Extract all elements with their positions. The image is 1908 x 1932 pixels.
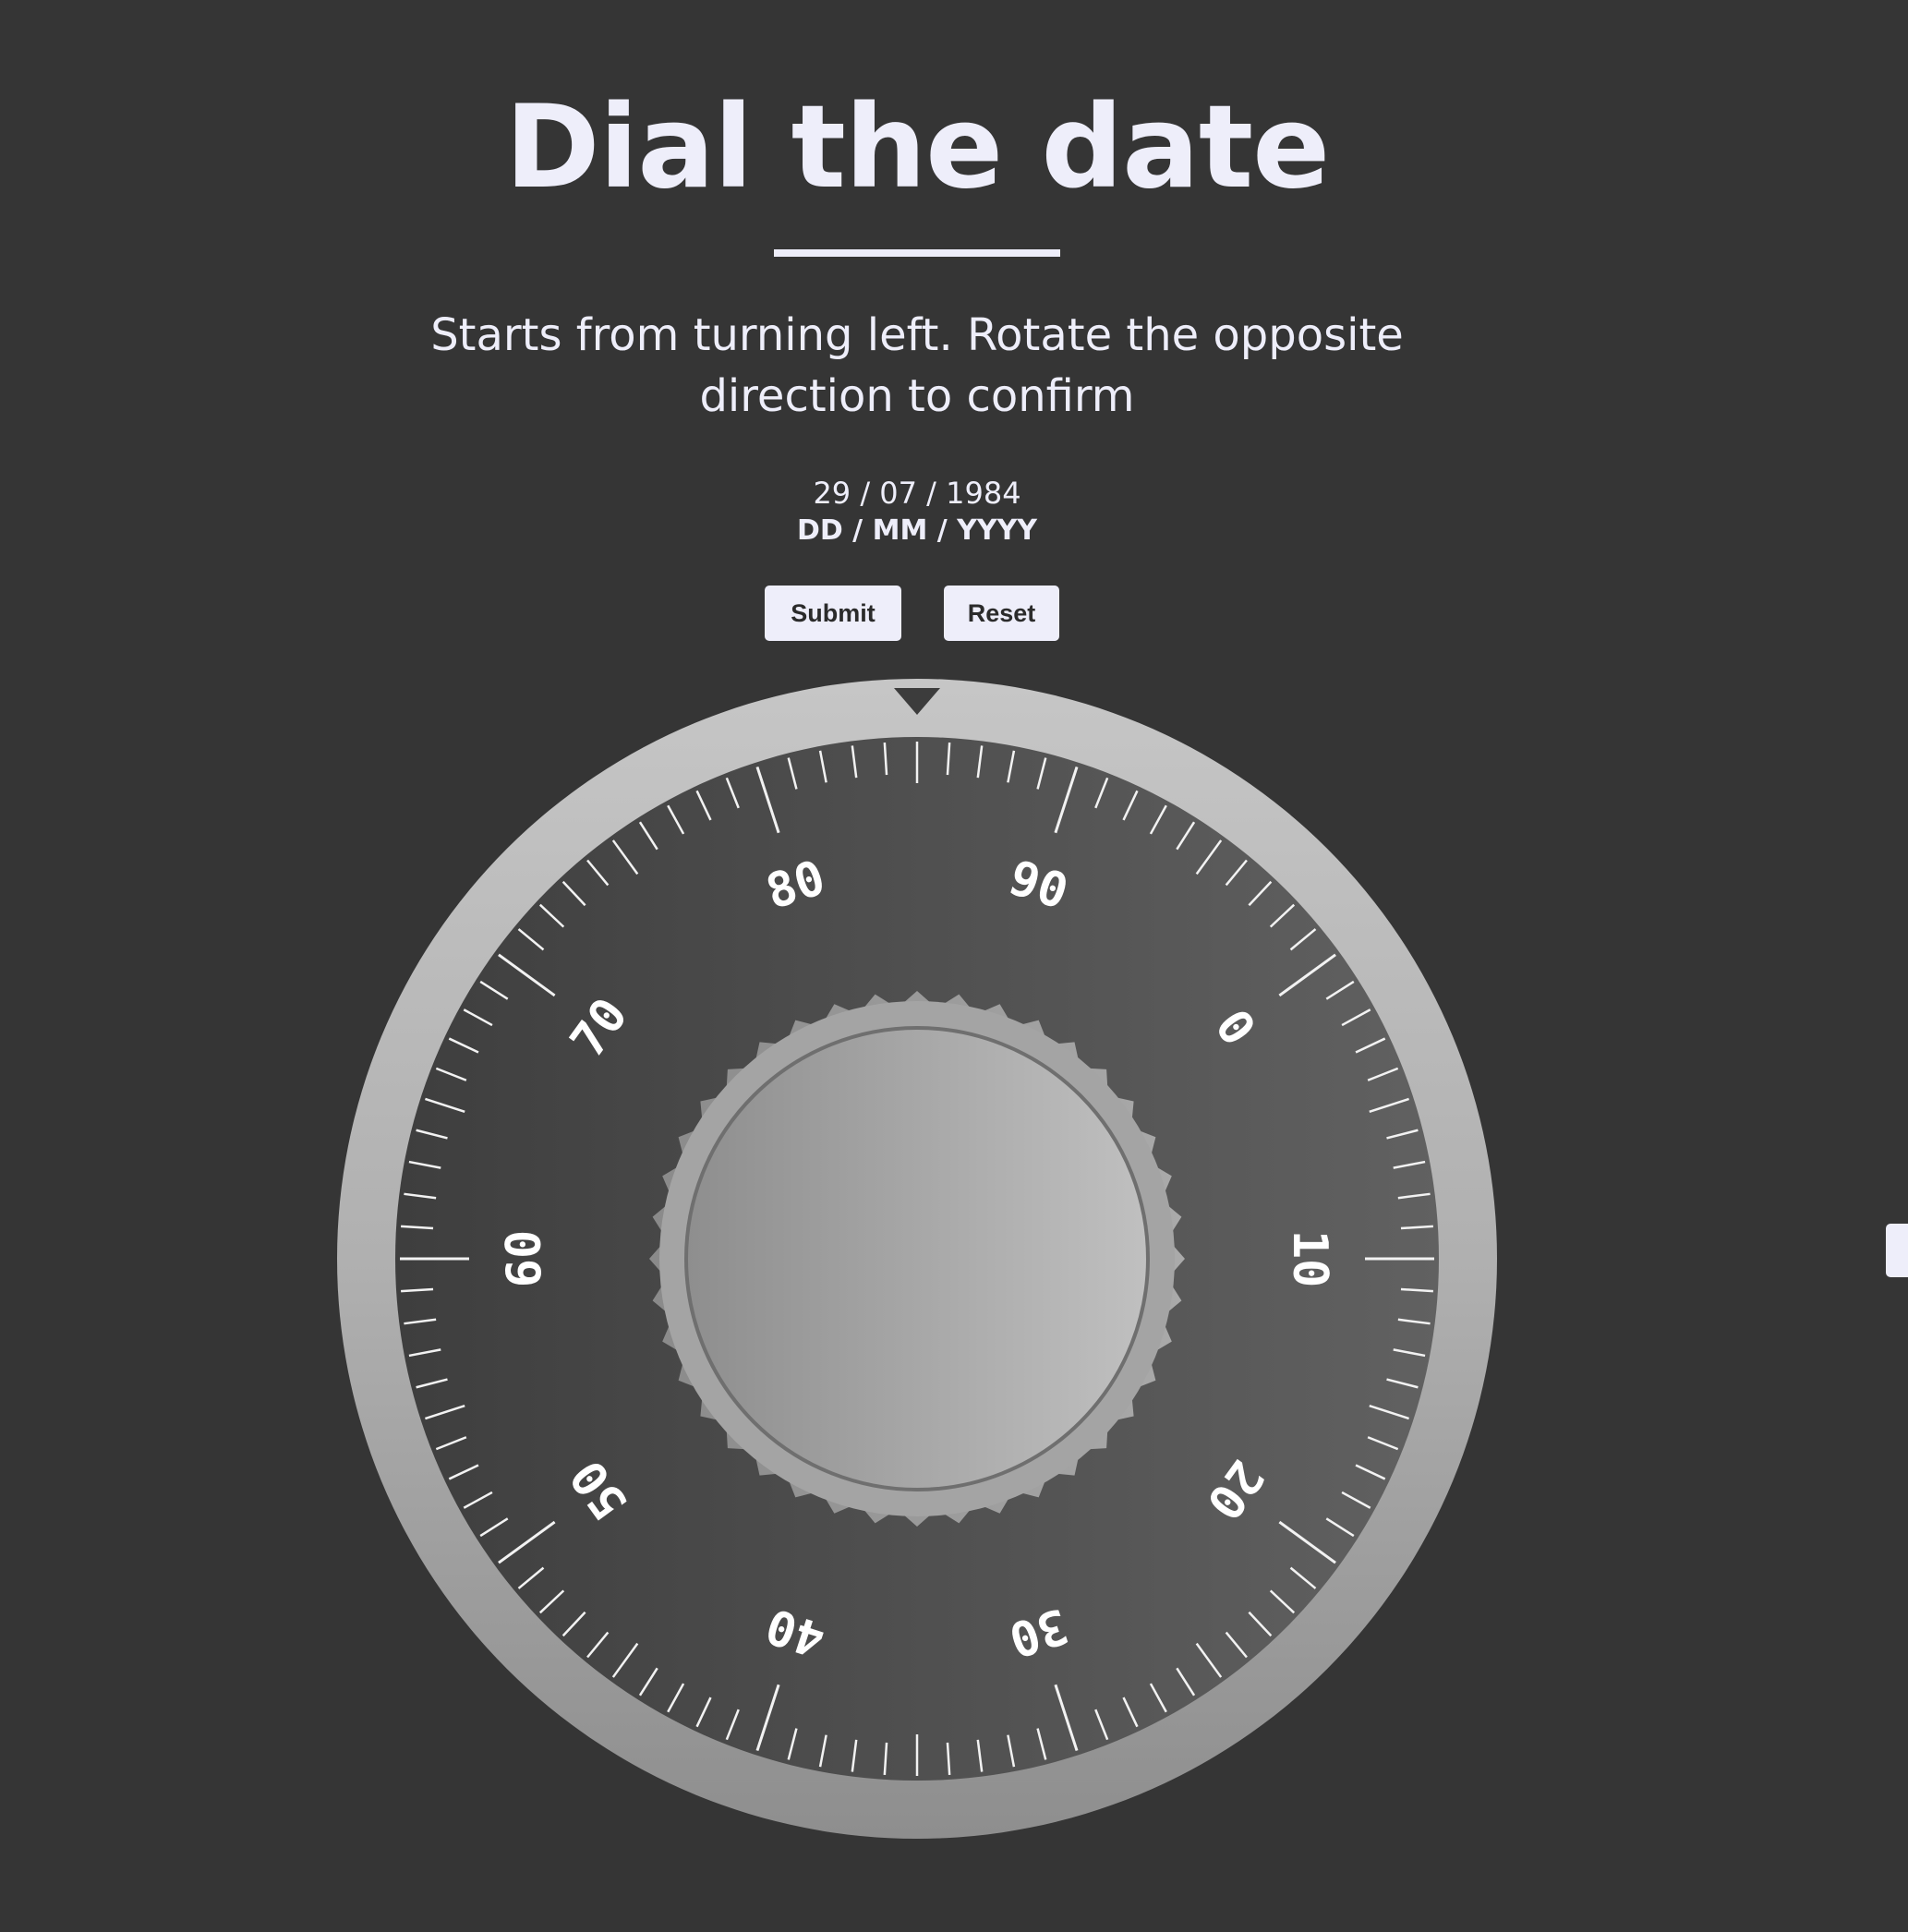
knob-cap[interactable] bbox=[684, 1026, 1150, 1491]
combination-dial: 01020304050607080 90 bbox=[337, 679, 1497, 1839]
center-knob[interactable] bbox=[649, 991, 1185, 1527]
page: Dial the date Starts from turning left. … bbox=[0, 0, 1908, 1932]
side-tab[interactable] bbox=[1886, 1224, 1908, 1277]
dial-number: 10 bbox=[1282, 1230, 1337, 1288]
dial-number: 60 bbox=[497, 1230, 552, 1288]
